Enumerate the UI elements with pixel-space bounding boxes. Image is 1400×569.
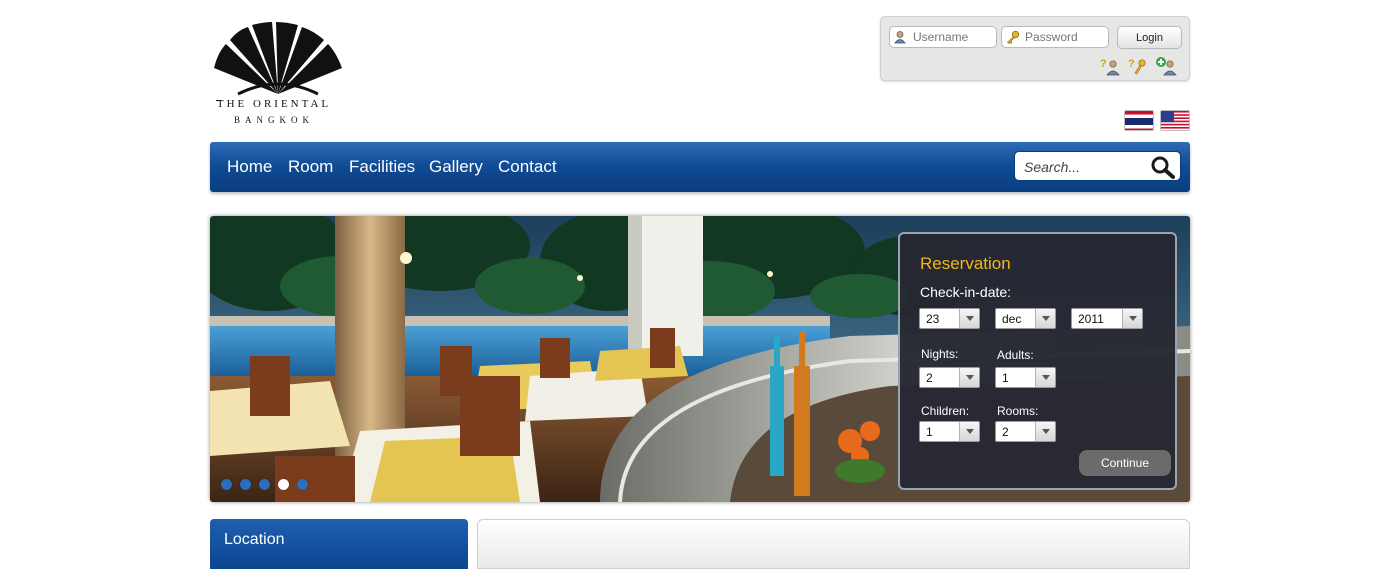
chevron-down-icon [959, 309, 979, 328]
login-panel: Username Password Login ? ? [880, 16, 1190, 81]
location-title: Location [224, 531, 285, 548]
logo-text-primary: THE ORIENTAL [216, 98, 332, 110]
main-navigation: Home Room Facilities Gallery Contact Sea… [210, 142, 1190, 192]
svg-text:?: ? [1128, 58, 1135, 70]
search-placeholder: Search... [1024, 159, 1081, 175]
chevron-down-icon [1035, 368, 1055, 387]
slide-dot[interactable] [297, 479, 308, 490]
nav-facilities[interactable]: Facilities [349, 157, 415, 177]
nights-value: 2 [926, 371, 933, 385]
password-placeholder: Password [1025, 30, 1078, 44]
chevron-down-icon [959, 368, 979, 387]
nav-home[interactable]: Home [227, 157, 272, 177]
key-icon [1006, 30, 1020, 44]
slide-dot[interactable] [221, 479, 232, 490]
search-icon[interactable] [1149, 155, 1177, 179]
reservation-title: Reservation [920, 254, 1011, 273]
username-placeholder: Username [913, 30, 969, 44]
checkin-day-select[interactable]: 23 [919, 308, 980, 329]
reservation-panel: Reservation Check-in-date: 23 dec 2011 N… [898, 232, 1177, 490]
logo-text-secondary: BANGKOK [234, 115, 314, 125]
svg-text:?: ? [1100, 58, 1107, 70]
nights-select[interactable]: 2 [919, 367, 980, 388]
content-panel [477, 519, 1190, 569]
children-value: 1 [926, 425, 933, 439]
login-button[interactable]: Login [1117, 26, 1182, 49]
search-input[interactable]: Search... [1014, 151, 1181, 181]
forgot-password-icon[interactable]: ? [1127, 56, 1151, 76]
password-input[interactable]: Password [1001, 26, 1109, 48]
checkin-month-value: dec [1002, 312, 1022, 326]
forgot-username-icon[interactable]: ? [1099, 56, 1123, 76]
children-label: Children: [921, 404, 970, 418]
chevron-down-icon [1035, 422, 1055, 441]
slide-dot[interactable] [240, 479, 251, 490]
username-input[interactable]: Username [889, 26, 997, 48]
slide-dot-active[interactable] [278, 479, 289, 490]
chevron-down-icon [959, 422, 979, 441]
register-user-icon[interactable] [1155, 56, 1179, 76]
nav-contact[interactable]: Contact [498, 157, 557, 177]
children-select[interactable]: 1 [919, 421, 980, 442]
hotel-logo[interactable]: THE ORIENTAL BANGKOK [212, 22, 344, 130]
checkin-day-value: 23 [926, 312, 940, 326]
continue-button[interactable]: Continue [1079, 450, 1171, 476]
checkin-month-select[interactable]: dec [995, 308, 1056, 329]
adults-label: Adults: [997, 348, 1034, 362]
adults-value: 1 [1002, 371, 1009, 385]
rooms-value: 2 [1002, 425, 1009, 439]
user-icon [894, 30, 908, 44]
chevron-down-icon [1122, 309, 1142, 328]
thai-flag-icon[interactable] [1124, 110, 1154, 131]
account-links: ? ? [1095, 56, 1179, 76]
checkin-year-select[interactable]: 2011 [1071, 308, 1143, 329]
nights-label: Nights: [921, 347, 959, 361]
adults-select[interactable]: 1 [995, 367, 1056, 388]
rooms-label: Rooms: [997, 404, 1039, 418]
location-panel: Location [210, 519, 468, 569]
slide-indicators [221, 479, 316, 490]
nav-room[interactable]: Room [288, 157, 333, 177]
us-flag-icon[interactable] [1160, 110, 1190, 131]
nav-gallery[interactable]: Gallery [429, 157, 483, 177]
slide-dot[interactable] [259, 479, 270, 490]
checkin-year-value: 2011 [1078, 312, 1104, 326]
chevron-down-icon [1035, 309, 1055, 328]
fan-logo-icon [214, 22, 342, 96]
checkin-label: Check-in-date: [920, 284, 1012, 300]
rooms-select[interactable]: 2 [995, 421, 1056, 442]
